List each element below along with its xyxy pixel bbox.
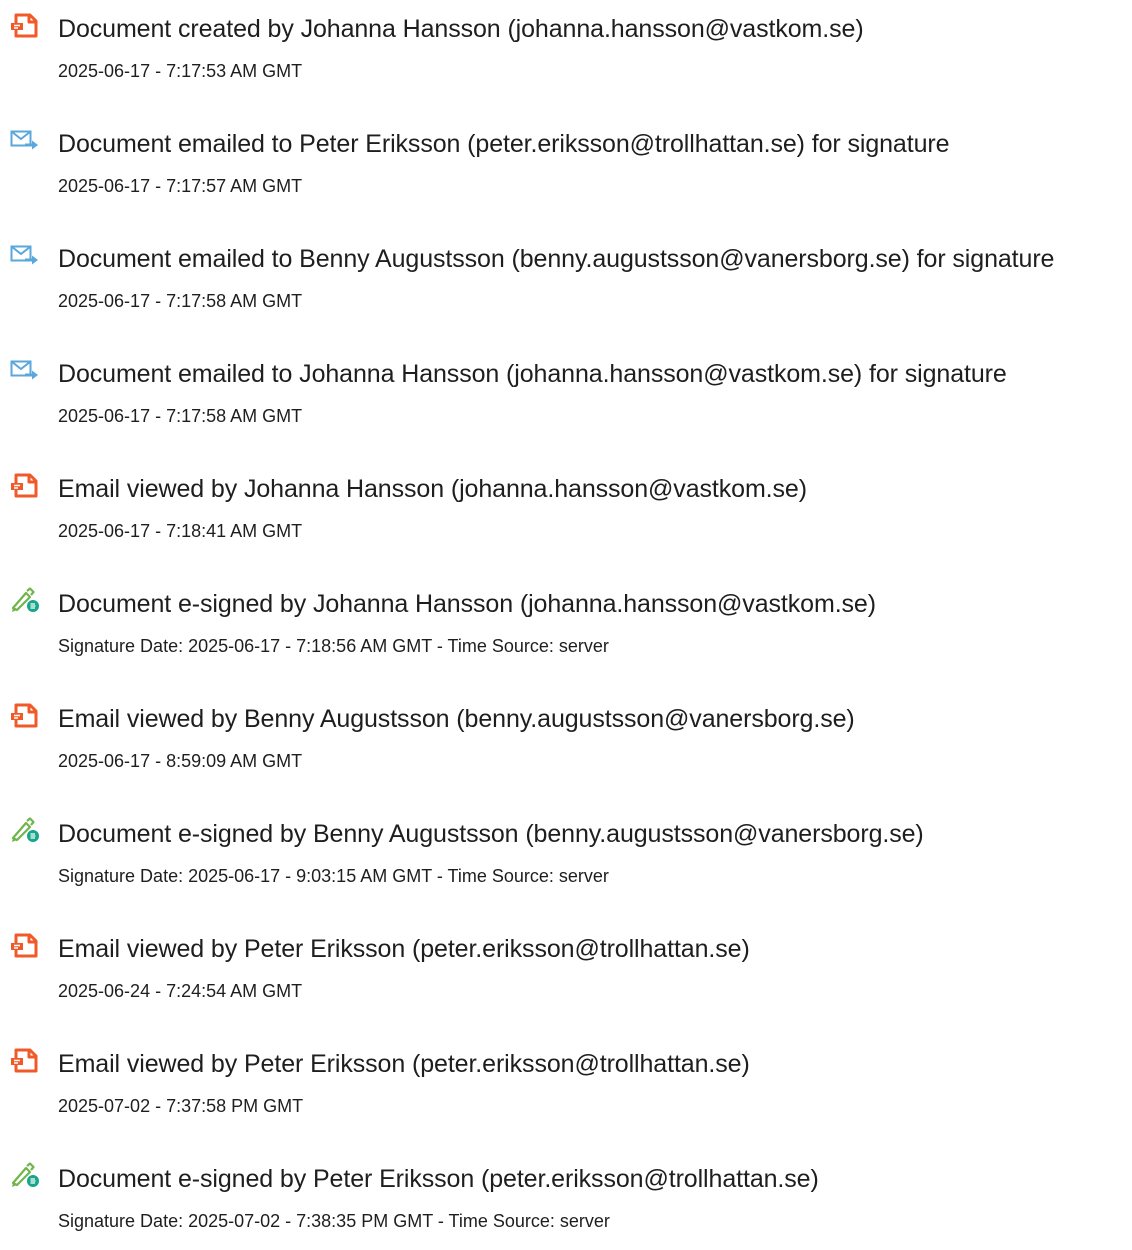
event-timestamp: Signature Date: 2025-07-02 - 7:38:35 PM … [58,1211,610,1231]
email-icon [10,242,40,268]
history-event: Document emailed to Benny Augustsson (be… [0,230,1132,330]
document-icon [10,1047,40,1073]
event-timestamp: Signature Date: 2025-06-17 - 7:18:56 AM … [58,636,609,656]
history-event: Email viewed by Johanna Hansson (johanna… [0,460,1132,560]
email-icon [10,127,40,153]
history-event: Document created by Johanna Hansson (joh… [0,0,1132,100]
history-event: Email viewed by Benny Augustsson (benny.… [0,690,1132,790]
event-description: Document e-signed by Peter Eriksson (pet… [58,1165,819,1193]
document-icon [10,472,40,498]
event-description: Document emailed to Benny Augustsson (be… [58,245,1055,273]
document-icon [10,932,40,958]
event-timestamp: 2025-06-17 - 7:17:58 AM GMT [58,291,303,311]
event-timestamp: 2025-06-24 - 7:24:54 AM GMT [58,981,303,1001]
event-timestamp: 2025-06-17 - 7:18:41 AM GMT [58,521,303,541]
event-description: Document emailed to Peter Eriksson (pete… [58,130,950,158]
event-timestamp: 2025-06-17 - 7:17:58 AM GMT [58,406,303,426]
history-event: Document emailed to Johanna Hansson (joh… [0,345,1132,445]
history-event: Document e-signed by Johanna Hansson (jo… [0,575,1132,675]
event-timestamp: 2025-06-17 - 8:59:09 AM GMT [58,751,303,771]
event-description: Document created by Johanna Hansson (joh… [58,15,864,43]
event-timestamp: Signature Date: 2025-06-17 - 9:03:15 AM … [58,866,609,886]
document-icon [10,12,40,38]
event-description: Email viewed by Peter Eriksson (peter.er… [58,935,750,963]
history-event: Email viewed by Peter Eriksson (peter.er… [0,920,1132,1020]
esign-pen-icon [10,587,40,613]
document-icon [10,702,40,728]
email-icon [10,357,40,383]
event-description: Email viewed by Benny Augustsson (benny.… [58,705,855,733]
event-description: Document emailed to Johanna Hansson (joh… [58,360,1007,388]
history-event: Email viewed by Peter Eriksson (peter.er… [0,1035,1132,1135]
event-timestamp: 2025-06-17 - 7:17:57 AM GMT [58,176,303,196]
event-description: Document e-signed by Benny Augustsson (b… [58,820,924,848]
esign-pen-icon [10,1162,40,1188]
event-description: Email viewed by Peter Eriksson (peter.er… [58,1050,750,1078]
event-description: Document e-signed by Johanna Hansson (jo… [58,590,876,618]
esign-pen-icon [10,817,40,843]
history-event: Document emailed to Peter Eriksson (pete… [0,115,1132,215]
event-timestamp: 2025-06-17 - 7:17:53 AM GMT [58,61,303,81]
event-timestamp: 2025-07-02 - 7:37:58 PM GMT [58,1096,304,1116]
history-event: Document e-signed by Peter Eriksson (pet… [0,1150,1132,1250]
history-event: Document e-signed by Benny Augustsson (b… [0,805,1132,905]
event-description: Email viewed by Johanna Hansson (johanna… [58,475,807,503]
